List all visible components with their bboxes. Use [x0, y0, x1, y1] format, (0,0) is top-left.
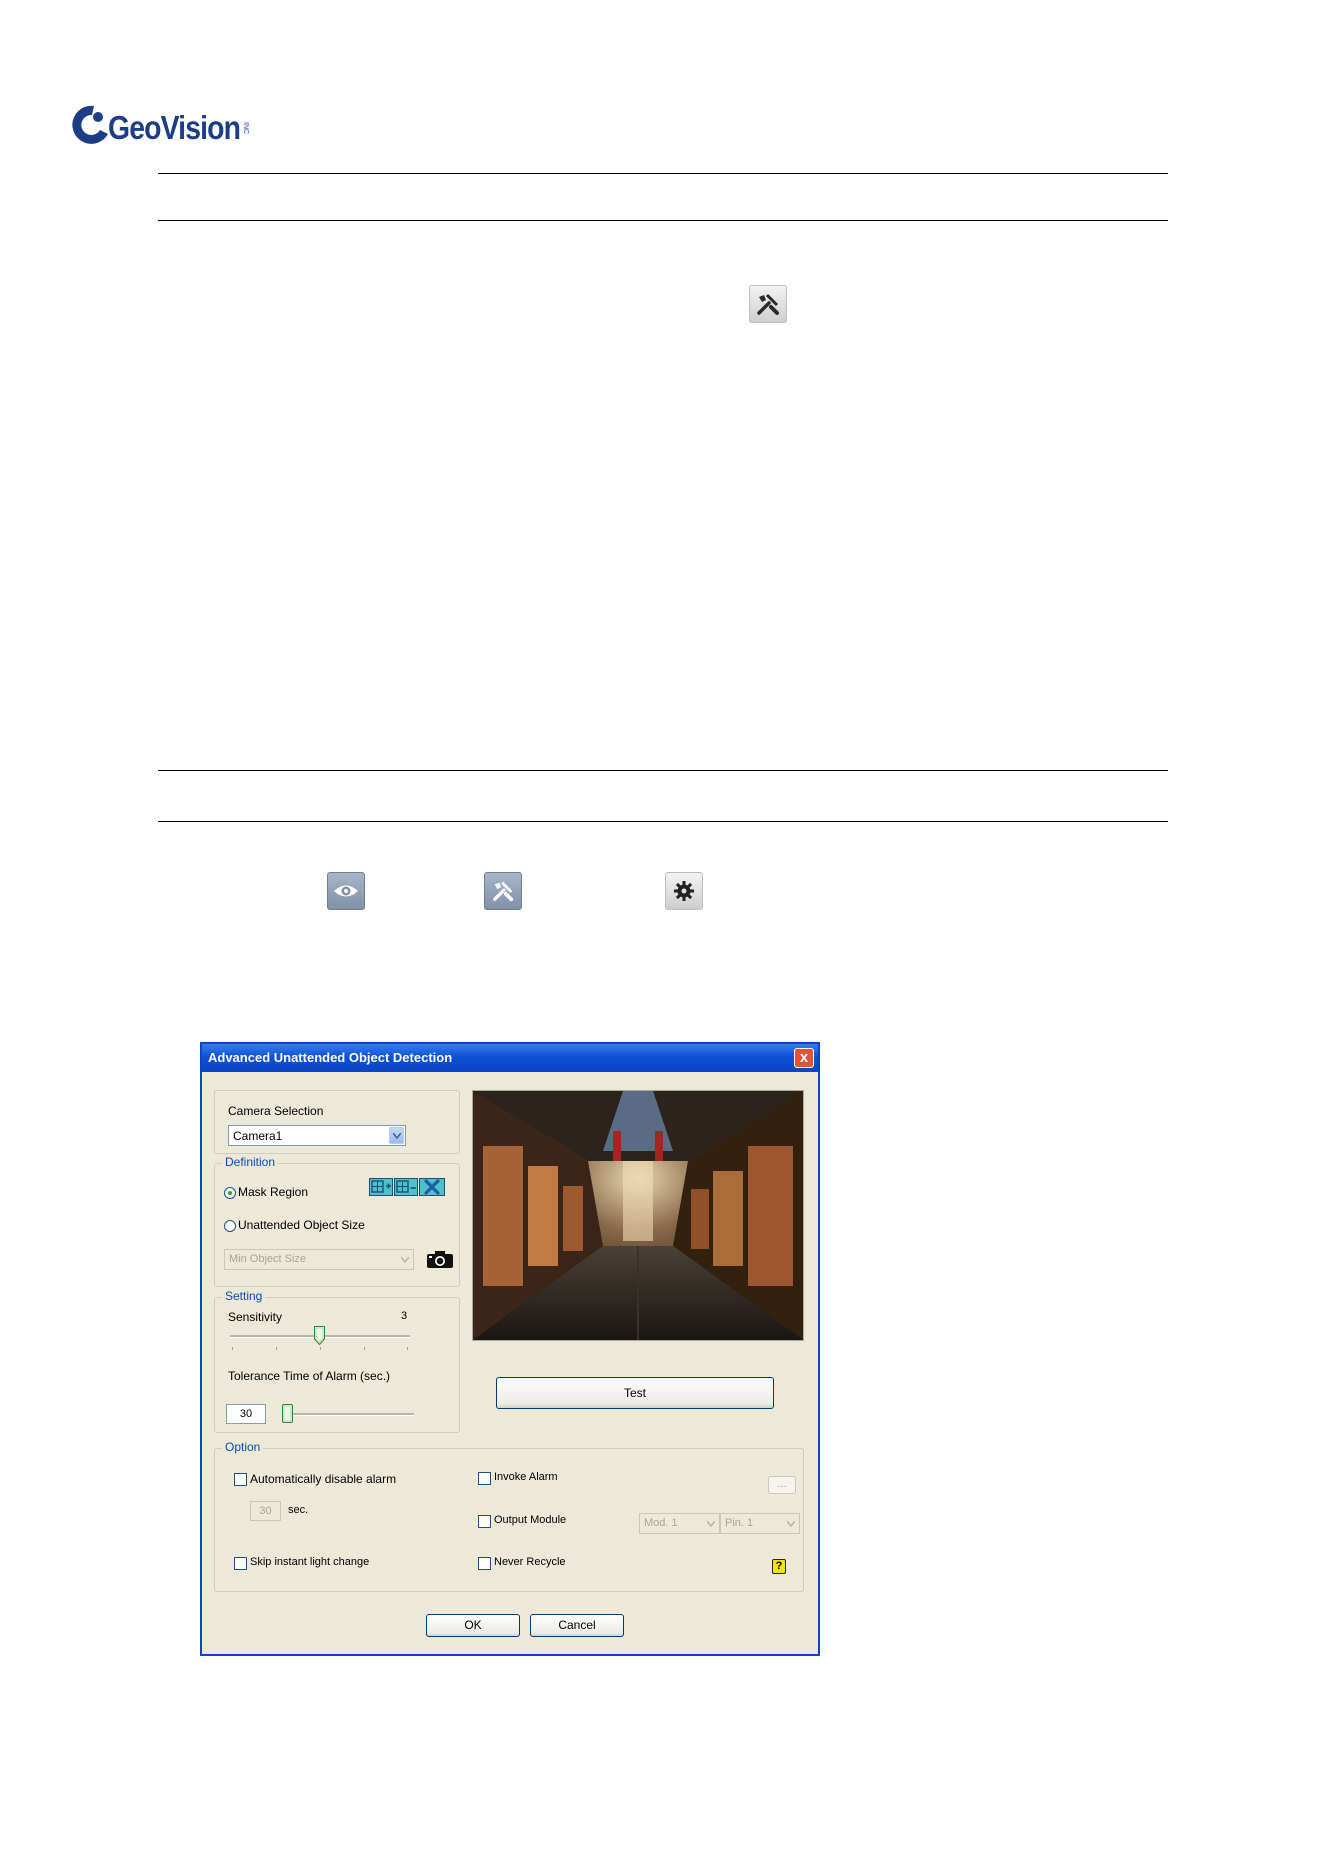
section-rule-bottom: [158, 821, 1168, 822]
auto-disable-label: Automatically disable alarm: [250, 1472, 397, 1486]
module-select-value: Mod. 1: [644, 1517, 678, 1529]
chevron-down-icon: [703, 1515, 718, 1532]
remove-mask-icon[interactable]: [394, 1178, 418, 1196]
geovision-logo-small: INC: [242, 122, 249, 135]
skip-light-checkbox[interactable]: [234, 1557, 247, 1570]
never-recycle-label: Never Recycle: [494, 1556, 566, 1568]
sensitivity-label: Sensitivity: [228, 1310, 283, 1324]
camera-preview-image: [472, 1090, 804, 1341]
output-module-checkbox[interactable]: [478, 1515, 491, 1528]
never-recycle-checkbox[interactable]: [478, 1557, 491, 1570]
slider-tick: [276, 1347, 277, 1350]
slider-tick: [364, 1347, 365, 1350]
output-module-label: Output Module: [494, 1514, 567, 1526]
min-object-size-value: Min Object Size: [229, 1253, 307, 1265]
invoke-alarm-label: Invoke Alarm: [494, 1471, 558, 1483]
auto-disable-checkbox[interactable]: [234, 1473, 247, 1486]
add-mask-icon[interactable]: [369, 1178, 393, 1196]
unattended-size-radio[interactable]: [224, 1220, 236, 1232]
slider-tick: [232, 1347, 233, 1350]
tools-icon-small: [484, 872, 522, 910]
sensitivity-slider[interactable]: [314, 1326, 325, 1345]
chevron-down-icon: [783, 1515, 798, 1532]
close-button[interactable]: x: [794, 1048, 814, 1068]
skip-light-label: Skip instant light change: [250, 1556, 370, 1568]
dialog-title: Advanced Unattended Object Detection: [208, 1050, 453, 1065]
invoke-alarm-checkbox[interactable]: [478, 1472, 491, 1485]
tolerance-label: Tolerance Time of Alarm (sec.): [228, 1369, 391, 1383]
tolerance-slider[interactable]: [282, 1404, 293, 1423]
camera-select-value: Camera1: [233, 1129, 283, 1143]
test-button[interactable]: Test: [496, 1377, 774, 1409]
cancel-button[interactable]: Cancel: [530, 1614, 624, 1637]
min-object-size-select[interactable]: Min Object Size: [224, 1249, 414, 1270]
clear-mask-icon[interactable]: [419, 1178, 445, 1196]
slider-tick: [407, 1347, 408, 1350]
header-rule-bottom: [158, 220, 1168, 221]
ok-button[interactable]: OK: [426, 1614, 520, 1637]
module-select[interactable]: Mod. 1: [639, 1513, 720, 1534]
tools-icon: [749, 285, 787, 323]
unattended-size-label: Unattended Object Size: [238, 1218, 365, 1232]
unattended-object-dialog: Advanced Unattended Object Detection x C…: [200, 1042, 820, 1656]
geovision-logo-text: GeoVision: [108, 109, 241, 146]
camera-select[interactable]: Camera1: [228, 1125, 406, 1146]
tolerance-input[interactable]: 30: [226, 1404, 266, 1424]
eye-icon: [327, 872, 365, 910]
slider-tick: [320, 1347, 321, 1350]
gear-icon: [665, 872, 703, 910]
sensitivity-value: 3: [401, 1310, 408, 1322]
invoke-alarm-settings-button[interactable]: ...: [768, 1476, 796, 1494]
mask-region-label: Mask Region: [238, 1185, 309, 1199]
mask-region-radio[interactable]: [224, 1187, 236, 1199]
tolerance-slider-track: [282, 1413, 414, 1416]
definition-group-label: Definition: [222, 1155, 279, 1169]
pin-select-value: Pin. 1: [725, 1517, 754, 1529]
help-icon[interactable]: ?: [772, 1559, 786, 1574]
dialog-titlebar: Advanced Unattended Object Detection x: [202, 1044, 818, 1072]
option-group-label: Option: [222, 1440, 264, 1454]
setting-group-label: Setting: [222, 1289, 266, 1303]
header-rule-top: [158, 173, 1168, 174]
chevron-down-icon: [389, 1127, 404, 1144]
section-rule-top: [158, 770, 1168, 771]
auto-disable-seconds-input[interactable]: 30: [250, 1501, 281, 1521]
sec-label: sec.: [288, 1504, 309, 1516]
camera-selection-label: Camera Selection: [228, 1104, 324, 1118]
pin-select[interactable]: Pin. 1: [720, 1513, 800, 1534]
camera-icon[interactable]: [426, 1250, 454, 1269]
chevron-down-icon: [397, 1251, 412, 1268]
geovision-logo-mark: [72, 105, 108, 144]
